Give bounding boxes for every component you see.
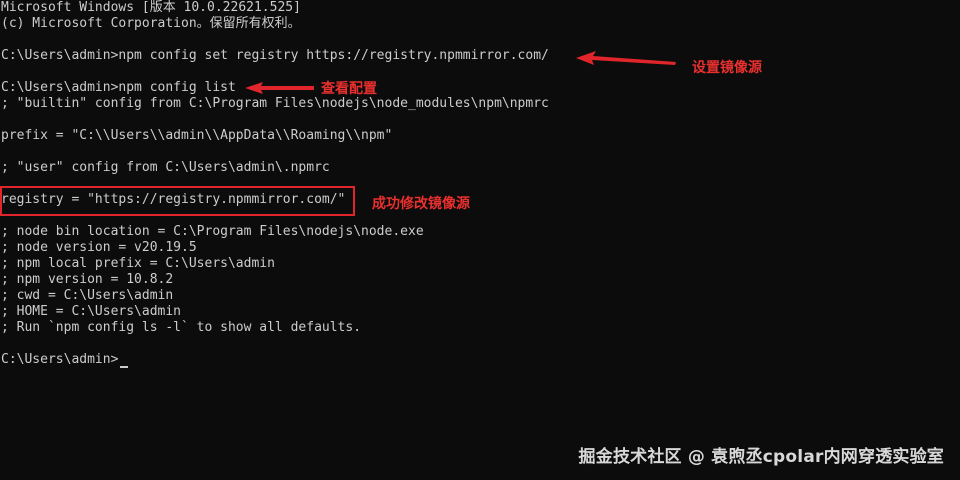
annotation-set-mirror: 设置镜像源 bbox=[692, 60, 762, 76]
annotation-arrows bbox=[245, 51, 676, 94]
arrow-icon bbox=[245, 82, 314, 94]
watermark-text: 掘金技术社区 @ 袁煦丞cpolar内网穿透实验室 bbox=[578, 447, 944, 467]
annotation-view-config: 查看配置 bbox=[321, 81, 377, 97]
annotation-modified-success: 成功修改镜像源 bbox=[372, 196, 470, 212]
arrow-icon bbox=[576, 51, 676, 65]
